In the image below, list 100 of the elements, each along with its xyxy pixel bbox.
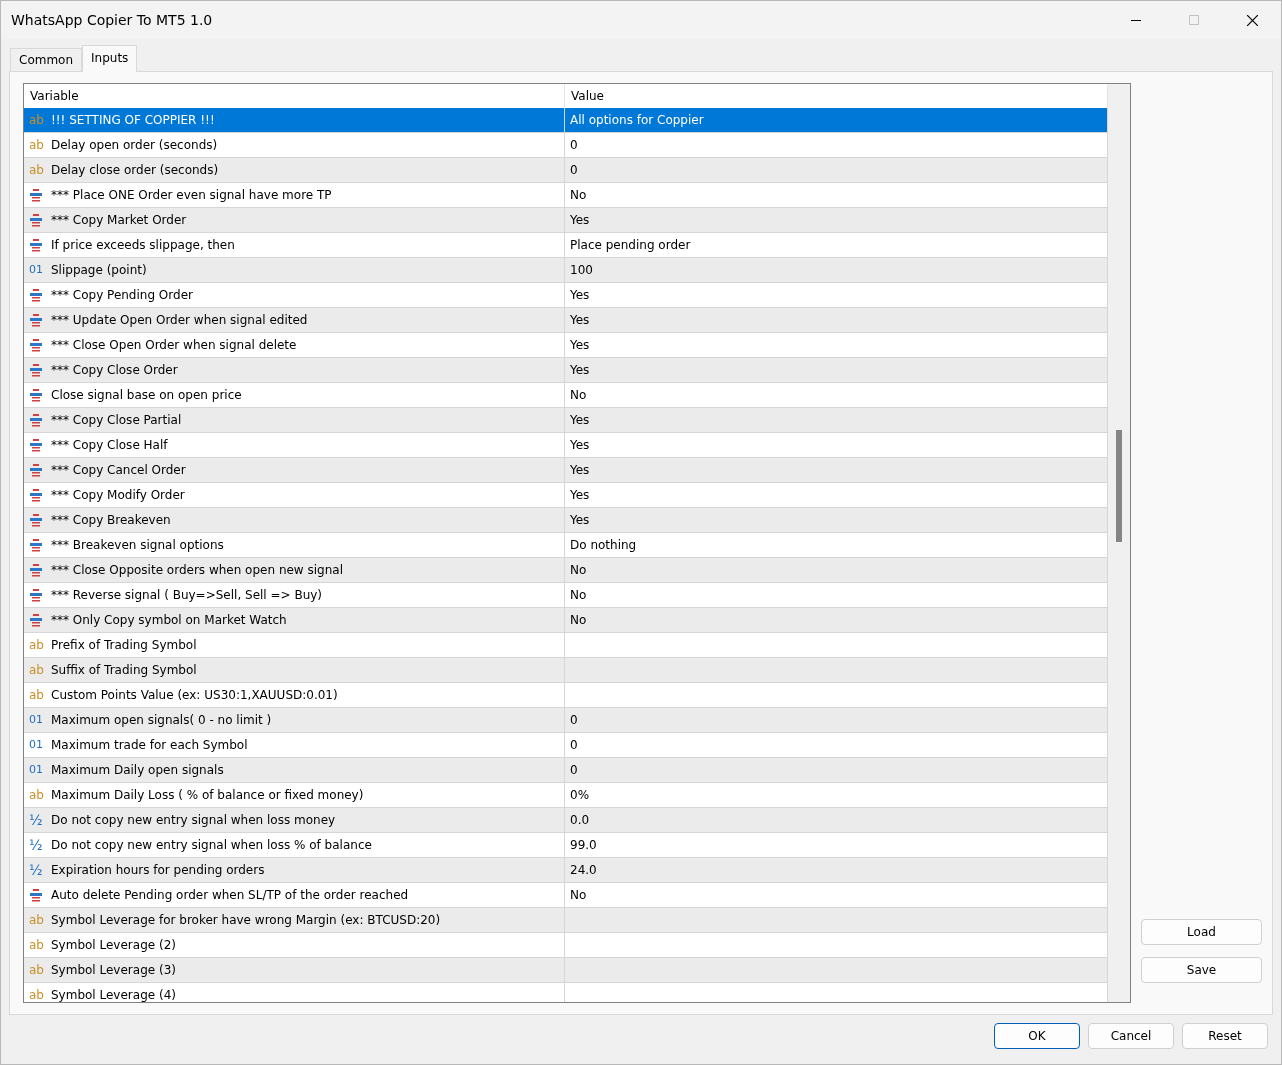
- variable-name: Prefix of Trading Symbol: [51, 638, 197, 652]
- list-type-icon: [29, 413, 45, 427]
- table-row[interactable]: ½ Expiration hours for pending orders 24.0: [24, 858, 1108, 883]
- list-type-icon: [29, 313, 45, 327]
- table-row[interactable]: ab Suffix of Trading Symbol: [24, 658, 1108, 683]
- variable-value: Yes: [570, 513, 590, 527]
- table-row[interactable]: *** Place ONE Order even signal have more TP No: [24, 183, 1108, 208]
- table-row[interactable]: *** Copy Cancel Order Yes: [24, 458, 1108, 483]
- variable-name: *** Copy Close Half: [51, 438, 168, 452]
- variable-name: Auto delete Pending order when SL/TP of the order reached: [51, 888, 409, 902]
- minimize-icon[interactable]: [1131, 19, 1141, 21]
- table-row[interactable]: *** Copy Breakeven Yes: [24, 508, 1108, 533]
- variable-value: Yes: [570, 338, 590, 352]
- variable-name: If price exceeds slippage, then: [51, 238, 235, 252]
- variable-name: Slippage (point): [51, 263, 147, 277]
- table-row[interactable]: *** Copy Close Half Yes: [24, 433, 1108, 458]
- variable-value: Yes: [570, 488, 590, 502]
- variable-value: 100: [570, 263, 593, 277]
- variable-name: *** Close Open Order when signal delete: [51, 338, 297, 352]
- fraction-type-icon: ½: [29, 863, 45, 877]
- table-row[interactable]: ½ Do not copy new entry signal when loss % of balance 99.0: [24, 833, 1108, 858]
- tab[interactable]: Common: [10, 48, 83, 71]
- table-row[interactable]: Auto delete Pending order when SL/TP of the order reached No: [24, 883, 1108, 908]
- variable-value: Yes: [570, 313, 590, 327]
- list-type-icon: [29, 888, 45, 902]
- table-row[interactable]: 01 Slippage (point) 100: [24, 258, 1108, 283]
- variable-name: Maximum open signals( 0 - no limit ): [51, 713, 272, 727]
- variable-value: Yes: [570, 438, 590, 452]
- variable-name: Maximum Daily Loss ( % of balance or fixed money): [51, 788, 364, 802]
- list-type-icon: [29, 213, 45, 227]
- table-row[interactable]: 01 Maximum Daily open signals 0: [24, 758, 1108, 783]
- list-type-icon: [29, 463, 45, 477]
- text-type-icon: ab: [29, 963, 45, 977]
- dialog-button[interactable]: Reset: [1182, 1023, 1268, 1049]
- table-row[interactable]: ab Delay open order (seconds) 0: [24, 133, 1108, 158]
- table-row[interactable]: *** Breakeven signal options Do nothing: [24, 533, 1108, 558]
- variable-name: Suffix of Trading Symbol: [51, 663, 197, 677]
- table-row[interactable]: *** Copy Close Partial Yes: [24, 408, 1108, 433]
- text-type-icon: ab: [29, 788, 45, 802]
- variable-value: No: [570, 388, 587, 402]
- variable-name: Do not copy new entry signal when loss money: [51, 813, 336, 827]
- list-type-icon: [29, 513, 45, 527]
- table-row[interactable]: *** Close Opposite orders when open new signal No: [24, 558, 1108, 583]
- variable-name: *** Copy Close Partial: [51, 413, 182, 427]
- dialog-button[interactable]: Cancel: [1088, 1023, 1174, 1049]
- table-row[interactable]: ab Prefix of Trading Symbol: [24, 633, 1108, 658]
- table-row[interactable]: ½ Do not copy new entry signal when loss money 0.0: [24, 808, 1108, 833]
- variable-value: Yes: [570, 413, 590, 427]
- table-row[interactable]: ab Maximum Daily Loss ( % of balance or fixed money) 0%: [24, 783, 1108, 808]
- side-button[interactable]: Load: [1141, 919, 1262, 945]
- table-row[interactable]: *** Update Open Order when signal edited Yes: [24, 308, 1108, 333]
- variable-name: Symbol Leverage for broker have wrong Margin (ex: BTCUSD:20): [51, 913, 441, 927]
- variable-name: *** Copy Market Order: [51, 213, 187, 227]
- variable-name: Delay open order (seconds): [51, 138, 218, 152]
- variable-name: Custom Points Value (ex: US30:1,XAUUSD:0.01): [51, 688, 338, 702]
- table-row[interactable]: *** Copy Pending Order Yes: [24, 283, 1108, 308]
- variable-value: Yes: [570, 213, 590, 227]
- variable-value: 0: [570, 163, 578, 177]
- variable-name: *** Only Copy symbol on Market Watch: [51, 613, 287, 627]
- table-row[interactable]: *** Copy Modify Order Yes: [24, 483, 1108, 508]
- variable-name: Maximum trade for each Symbol: [51, 738, 248, 752]
- table-row[interactable]: ab Symbol Leverage (2): [24, 933, 1108, 958]
- scrollbar[interactable]: [1108, 84, 1130, 1002]
- integer-type-icon: 01: [29, 713, 45, 727]
- list-type-icon: [29, 288, 45, 302]
- text-type-icon: ab: [29, 913, 45, 927]
- tab[interactable]: Inputs: [82, 45, 138, 72]
- table-row[interactable]: 01 Maximum trade for each Symbol 0: [24, 733, 1108, 758]
- table-row[interactable]: 01 Maximum open signals( 0 - no limit ) 0: [24, 708, 1108, 733]
- table-row[interactable]: ab Symbol Leverage (3): [24, 958, 1108, 983]
- table-row[interactable]: ab Symbol Leverage for broker have wrong Margin (ex: BTCUSD:20): [24, 908, 1108, 933]
- scrollbar-thumb[interactable]: [1116, 430, 1122, 542]
- variable-value: 0: [570, 738, 578, 752]
- table-row[interactable]: *** Close Open Order when signal delete Yes: [24, 333, 1108, 358]
- maximize-icon: [1189, 15, 1199, 25]
- table-row[interactable]: *** Copy Close Order Yes: [24, 358, 1108, 383]
- variable-name: *** Copy Breakeven: [51, 513, 171, 527]
- table-row[interactable]: Close signal base on open price No: [24, 383, 1108, 408]
- table-row[interactable]: ab Custom Points Value (ex: US30:1,XAUUSD:0.01): [24, 683, 1108, 708]
- variable-value: 99.0: [570, 838, 597, 852]
- table-row[interactable]: *** Copy Market Order Yes: [24, 208, 1108, 233]
- table-row[interactable]: *** Reverse signal ( Buy=>Sell, Sell => Buy) No: [24, 583, 1108, 608]
- dialog-button[interactable]: OK: [994, 1023, 1080, 1049]
- window-title: WhatsApp Copier To MT5 1.0: [11, 12, 214, 28]
- text-type-icon: ab: [29, 663, 45, 677]
- list-type-icon: [29, 438, 45, 452]
- table-row[interactable]: If price exceeds slippage, then Place pending order: [24, 233, 1108, 258]
- table-row[interactable]: ab !!! SETTING OF COPPIER !!! All options for Coppier: [24, 108, 1108, 133]
- variable-value: No: [570, 588, 587, 602]
- list-type-icon: [29, 238, 45, 252]
- variable-value: Yes: [570, 288, 590, 302]
- variable-value: No: [570, 188, 587, 202]
- table-row[interactable]: *** Only Copy symbol on Market Watch No: [24, 608, 1108, 633]
- side-button[interactable]: Save: [1141, 957, 1262, 983]
- close-icon[interactable]: [1246, 14, 1258, 26]
- table-row[interactable]: ab Delay close order (seconds) 0: [24, 158, 1108, 183]
- variable-name: Close signal base on open price: [51, 388, 242, 402]
- variable-name: *** Reverse signal ( Buy=>Sell, Sell => Buy): [51, 588, 323, 602]
- variable-value: Yes: [570, 363, 590, 377]
- text-type-icon: ab: [29, 938, 45, 952]
